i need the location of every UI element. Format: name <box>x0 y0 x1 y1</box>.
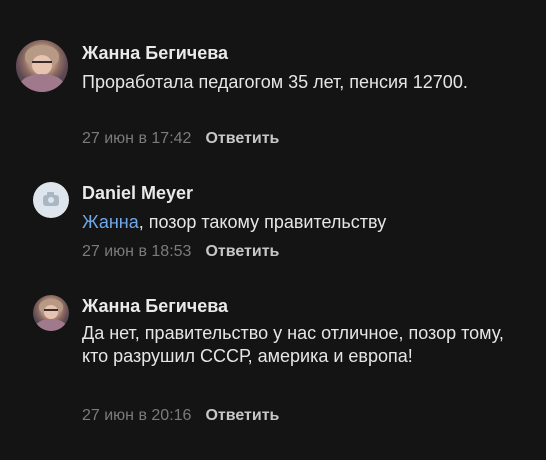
reply-button[interactable]: Ответить <box>205 243 279 260</box>
comment-meta: 27 июн в 18:53 Ответить <box>82 243 279 261</box>
avatar-glasses <box>31 60 53 67</box>
mention-link[interactable]: Жанна <box>82 212 139 232</box>
camera-icon <box>43 192 59 206</box>
reply-button[interactable]: Ответить <box>205 407 279 424</box>
comment-meta: 27 июн в 17:42 Ответить <box>82 130 279 148</box>
avatar-glasses <box>43 309 59 314</box>
comment-date[interactable]: 27 июн в 20:16 <box>82 407 191 424</box>
avatar[interactable] <box>33 182 69 218</box>
comment-text: Проработала педагогом 35 лет, пенсия 127… <box>82 72 468 92</box>
comment-3: Жанна Бегичева Да нет, правительство у н… <box>0 270 546 460</box>
comment-1: Жанна Бегичева Проработала педагогом 35 … <box>0 0 546 160</box>
comment-author[interactable]: Жанна Бегичева <box>82 296 228 317</box>
avatar-body <box>19 74 65 92</box>
comment-text: Да нет, правительство у нас отличное, по… <box>82 323 504 366</box>
comment-2: Daniel Meyer Жанна, позор такому правите… <box>0 160 546 270</box>
comment-author[interactable]: Жанна Бегичева <box>82 43 228 64</box>
avatar[interactable] <box>16 40 68 92</box>
comment-text: Жанна, позор такому правительству <box>82 211 522 234</box>
comment-author[interactable]: Daniel Meyer <box>82 183 193 204</box>
comment-meta: 27 июн в 20:16 Ответить <box>82 407 279 425</box>
comment-text-body: , позор такому правительству <box>138 212 387 232</box>
comment-date[interactable]: 27 июн в 17:42 <box>82 130 191 147</box>
comment-date[interactable]: 27 июн в 18:53 <box>82 243 191 260</box>
avatar[interactable] <box>33 295 69 331</box>
reply-button[interactable]: Ответить <box>205 130 279 147</box>
avatar-body <box>35 318 67 331</box>
